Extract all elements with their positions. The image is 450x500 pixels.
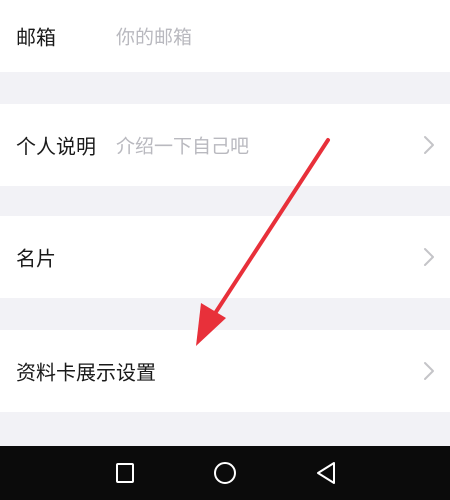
chevron-right-icon: [422, 360, 436, 382]
system-navigation-bar: [0, 446, 450, 500]
business-card-row[interactable]: 名片: [0, 216, 450, 298]
chevron-right-icon: [422, 246, 436, 268]
triangle-back-icon[interactable]: [312, 458, 342, 488]
business-card-label: 名片: [16, 246, 56, 271]
card-display-settings-label: 资料卡展示设置: [16, 360, 156, 385]
card-display-settings-row[interactable]: 资料卡展示设置: [0, 330, 450, 412]
bio-row[interactable]: 个人说明 介绍一下自己吧: [0, 104, 450, 186]
square-icon[interactable]: [110, 458, 140, 488]
circle-icon[interactable]: [210, 458, 240, 488]
email-input[interactable]: 你的邮箱: [116, 23, 192, 50]
email-row[interactable]: 邮箱 你的邮箱: [0, 0, 450, 72]
chevron-right-icon: [422, 134, 436, 156]
bio-label: 个人说明: [16, 134, 96, 159]
bio-input[interactable]: 介绍一下自己吧: [116, 132, 249, 159]
email-label: 邮箱: [16, 25, 56, 50]
